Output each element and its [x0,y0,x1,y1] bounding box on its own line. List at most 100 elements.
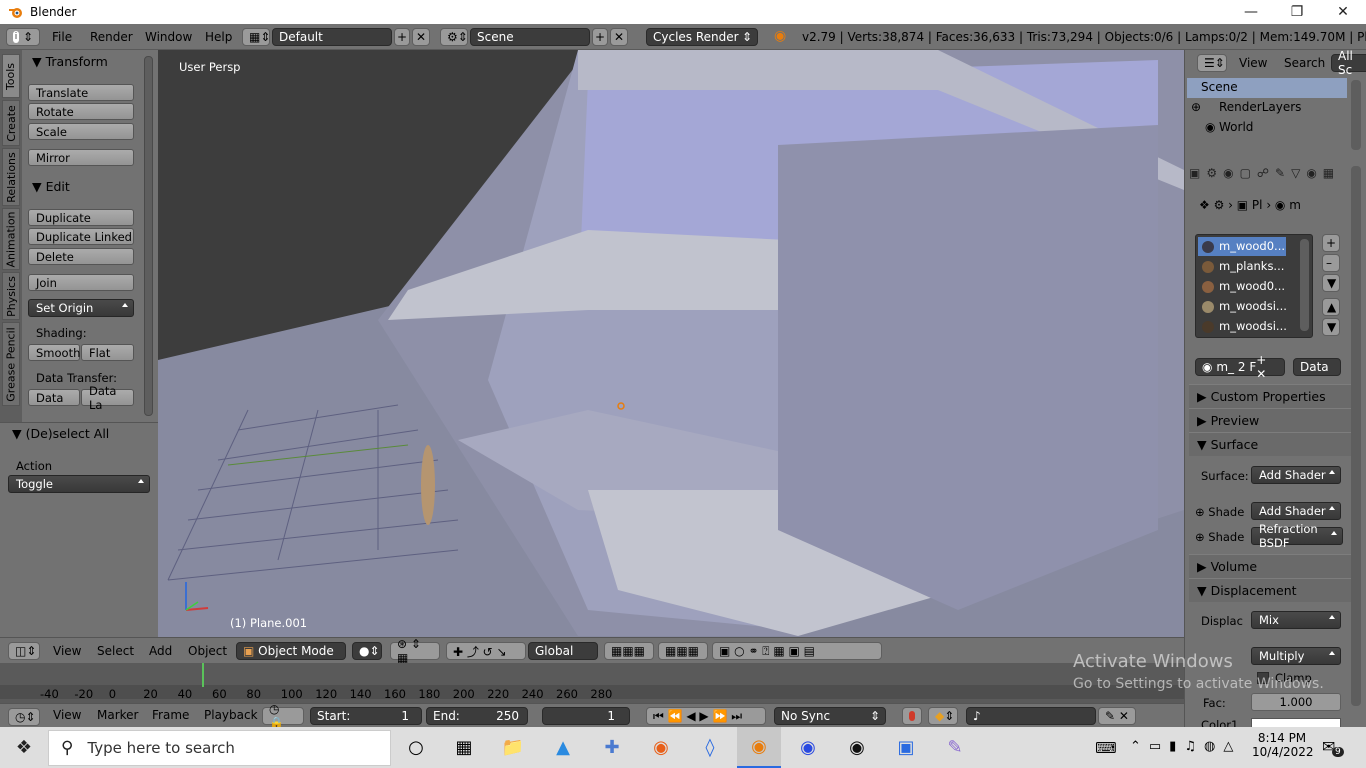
end-frame-field[interactable]: End: 250 [426,707,528,725]
menu-view[interactable]: View [53,644,81,658]
notification-icon[interactable]: ✉ 9 [1322,737,1344,757]
menu-select[interactable]: Select [97,644,134,658]
remove-material-slot-icon[interactable]: – [1322,254,1340,272]
smooth-button[interactable]: Smooth [28,344,80,361]
layers-grid-2[interactable]: ▦▦▦ [658,642,708,660]
preview-panel[interactable]: ▶ Preview [1189,408,1357,432]
blender-taskbar-icon[interactable]: ◉ [737,727,781,768]
cortana-icon[interactable]: ○ [394,727,438,768]
layers-grid-1[interactable]: ▦▦▦ [604,642,654,660]
redo-panel-header[interactable]: ▼ (De)select All [12,426,109,441]
menu-render[interactable]: Render [90,30,133,44]
minimize-button[interactable]: — [1228,0,1274,24]
volume-panel[interactable]: ▶ Volume [1189,554,1357,578]
data-layers-button[interactable]: Data La [81,384,134,412]
tab-physics[interactable]: Physics [2,272,20,320]
taskbar-clock[interactable]: 8:14 PM 10/4/2022 [1252,731,1314,759]
3d-viewport[interactable]: User Persp (1) Plane.001 [158,50,1184,637]
windows-start-icon[interactable]: ❖ [2,727,46,768]
slot-specials-icon[interactable]: ▼ [1322,274,1340,292]
move-slot-down-icon[interactable]: ▼ [1322,318,1340,336]
toolshelf-scrollbar[interactable] [144,56,153,416]
sync-dropdown[interactable]: No Sync ⇕ [774,707,886,725]
outliner-row-scene[interactable]: Scene [1187,78,1347,98]
render-engine-dropdown[interactable]: Cycles Render ⇕ [646,28,758,46]
paint-icon[interactable]: ✎ [933,727,977,768]
scene-icon[interactable]: ⚙⇕ [440,28,468,46]
color1-swatch[interactable] [1251,718,1341,727]
record-icon[interactable] [902,707,922,725]
system-tray-icons[interactable]: ⌃▭▮♫◍△ [1130,739,1241,754]
tab-create[interactable]: Create [2,100,20,146]
keying-set-field[interactable]: ♪ [966,707,1096,725]
duplicate-button[interactable]: Duplicate [28,209,134,226]
material-datablock-field[interactable]: ◉ m_ 2 F + ✕ [1195,353,1285,381]
app-dolphin-icon[interactable]: ▲ [541,727,585,768]
delete-button[interactable]: Delete [28,248,134,265]
current-frame-cursor[interactable] [202,663,204,687]
keyframe-insert-icons[interactable]: ✎ ✕ [1098,707,1136,725]
material-slot-list[interactable]: m_wood0... m_planks... m_wood0... m_woodsi.… [1195,234,1313,338]
translate-button[interactable]: Translate [28,84,134,101]
outliner-display-mode[interactable]: All Sc [1331,49,1366,77]
join-button[interactable]: Join [28,274,134,291]
timeline-area[interactable]: -40 -20 0 20 40 60 80 100 120 140 160 180 200 220 240 2… [0,663,1184,703]
action-dropdown[interactable]: Toggle [8,475,150,493]
outliner-menu-view[interactable]: View [1239,56,1267,70]
multiply-dropdown[interactable]: Multiply [1251,647,1341,665]
shade1-dropdown[interactable]: Add Shader [1251,502,1341,520]
material-slot[interactable]: m_wood0... [1202,279,1292,293]
outliner-menu-search[interactable]: Search [1284,56,1325,70]
editor-type-timeline-icon[interactable]: ◷⇕ [8,708,40,726]
remove-layout-icon[interactable]: ✕ [412,28,430,46]
transform-manipulator-icons[interactable]: ✚ ⤴ ↺ ↘ [446,642,526,660]
add-material-slot-icon[interactable]: + [1322,234,1340,252]
mode-dropdown[interactable]: ▣ Object Mode [236,642,346,660]
preview-range-icons[interactable]: ◷ 🔒 [262,702,304,730]
surface-shader-dropdown[interactable]: Add Shader [1251,466,1341,484]
data-button[interactable]: Data [28,389,80,406]
custom-properties-panel[interactable]: ▶ Custom Properties [1189,384,1357,408]
app-network-icon[interactable]: ◊ [688,727,732,768]
keyboard-icon[interactable]: ⌨ [1084,727,1128,768]
unreal-engine-icon[interactable]: ◉ [835,727,879,768]
set-origin-dropdown[interactable]: Set Origin [28,299,134,317]
fac-slider[interactable]: 1.000 [1251,693,1341,711]
menu-timeline-view[interactable]: View [53,708,81,722]
menu-add[interactable]: Add [149,644,172,658]
snapping-render-icons[interactable]: ▣ ○ ⚭ ⍰ ▦ ▣ ▤ [712,642,882,660]
current-frame-field[interactable]: 1 [542,707,630,725]
move-slot-up-icon[interactable]: ▲ [1322,298,1340,316]
menu-marker[interactable]: Marker [97,708,138,722]
viewport-shading-icon[interactable]: ●⇕ [352,642,382,660]
material-slot[interactable]: m_woodsi... [1202,299,1292,313]
material-slot[interactable]: m_woodsi... [1202,319,1292,333]
outliner-row-world[interactable]: ◉ World [1187,118,1347,138]
app-puzzle-icon[interactable]: ✚ [590,727,634,768]
scale-button[interactable]: Scale [28,123,134,140]
app-media-icon[interactable]: ◉ [786,727,830,768]
properties-context-tabs[interactable]: ▣⚙◉▢☍✎▽◉▦ [1189,166,1365,184]
properties-scrollbar[interactable] [1351,166,1361,706]
taskbar-search-box[interactable]: ⚲ Type here to search [48,730,391,766]
screen-layout-field[interactable]: Default [272,28,392,46]
menu-help[interactable]: Help [205,30,232,44]
shade2-dropdown[interactable]: Refraction BSDF [1251,522,1343,550]
start-frame-field[interactable]: Start: 1 [310,707,422,725]
transform-panel-header[interactable]: ▼ Transform [32,54,108,69]
rotate-button[interactable]: Rotate [28,103,134,120]
displacement-dropdown[interactable]: Mix [1251,611,1341,629]
editor-type-info-button[interactable]: i ⇕ [6,28,40,46]
editor-type-3d-icon[interactable]: ◫⇕ [8,642,40,660]
file-explorer-icon[interactable]: 📁 [491,727,535,768]
playback-controls[interactable]: ⏮ ⏪ ◀ ▶ ⏩ ⏭ [646,707,766,725]
menu-file[interactable]: File [52,30,72,44]
menu-object[interactable]: Object [188,644,227,658]
mirror-button[interactable]: Mirror [28,149,134,166]
menu-playback[interactable]: Playback [204,708,258,722]
surface-panel[interactable]: ▼ Surface [1189,432,1357,456]
scene-field[interactable]: Scene [470,28,590,46]
material-slot[interactable]: m_wood0... [1202,239,1292,253]
firefox-icon[interactable]: ◉ [639,727,683,768]
duplicate-linked-button[interactable]: Duplicate Linked [28,228,134,245]
